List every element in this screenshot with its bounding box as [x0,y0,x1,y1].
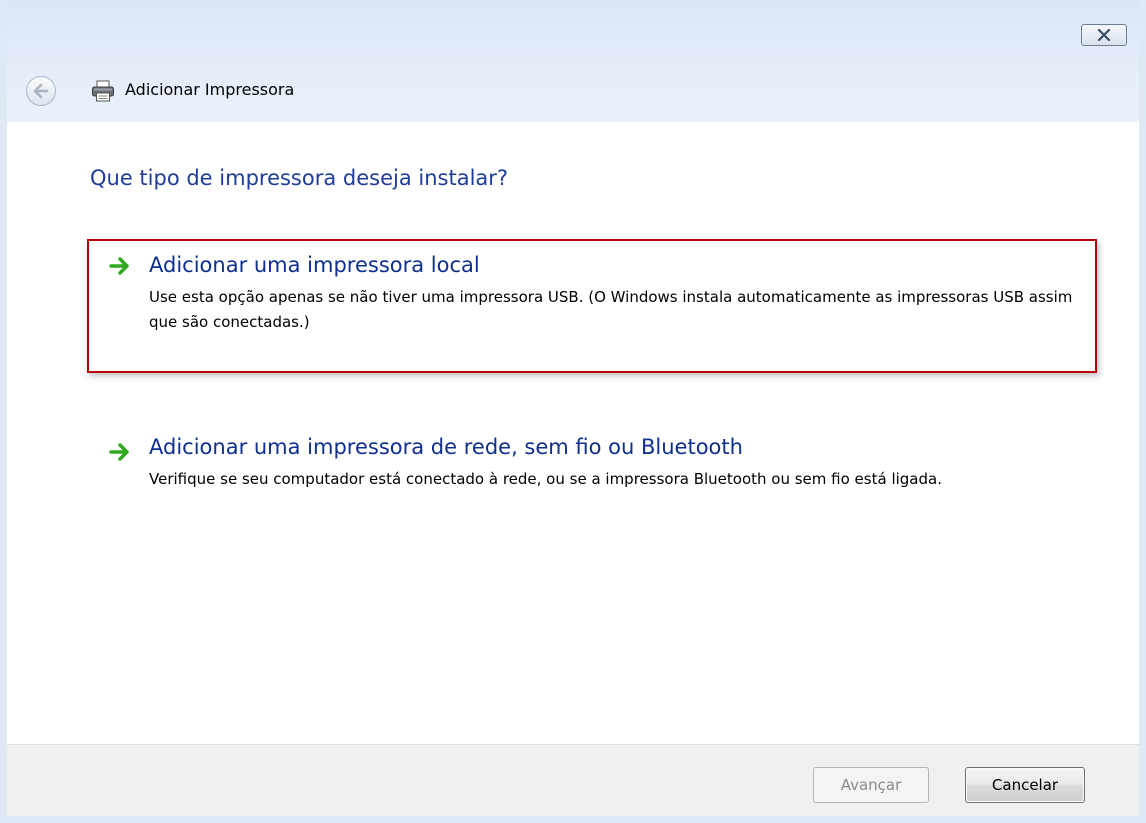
add-printer-window: Adicionar Impressora Que tipo de impress… [0,0,1146,823]
option-description: Verifique se seu computador está conecta… [149,470,942,488]
button-bar: Avançar Cancelar [7,744,1139,816]
option-title: Adicionar uma impressora local [149,253,480,277]
add-network-printer-option[interactable]: Adicionar uma impressora de rede, sem fi… [87,427,1097,537]
option-description: Use esta opção apenas se não tiver uma i… [149,288,1073,331]
printer-icon [92,80,114,102]
cancel-button[interactable]: Cancelar [965,767,1085,803]
green-arrow-icon [109,443,129,461]
option-title: Adicionar uma impressora de rede, sem fi… [149,435,743,459]
back-arrow-icon [33,83,49,99]
green-arrow-icon [109,257,129,275]
page-heading: Que tipo de impressora deseja instalar? [90,166,509,190]
window-title: Adicionar Impressora [125,80,295,99]
title-bar: Adicionar Impressora [7,0,1139,122]
close-button[interactable] [1081,24,1127,46]
back-button[interactable] [26,76,56,106]
wizard-content: Que tipo de impressora deseja instalar? … [7,122,1139,744]
next-button[interactable]: Avançar [813,767,929,803]
add-local-printer-option[interactable]: Adicionar uma impressora local Use esta … [87,239,1097,373]
close-icon [1097,29,1111,41]
